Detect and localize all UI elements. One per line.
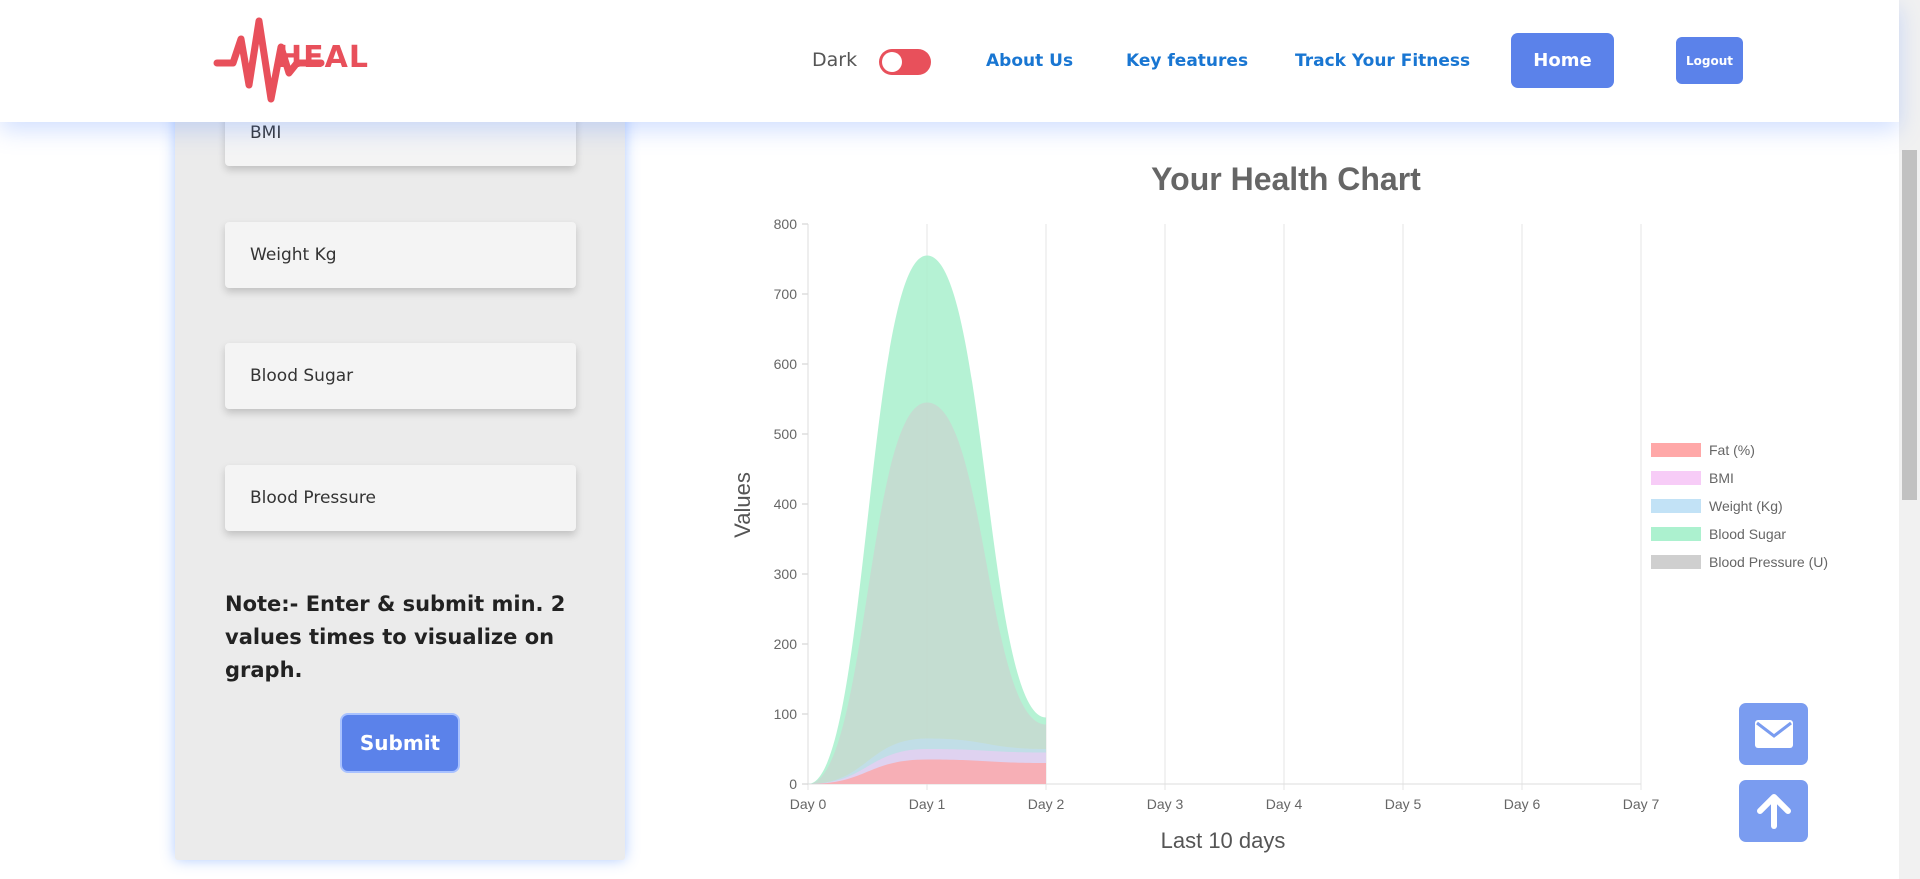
dark-mode-toggle[interactable] [879, 49, 931, 75]
y-tick-label: 200 [774, 636, 798, 652]
top-navbar: HEAL Dark About Us Key features Track Yo… [0, 0, 1899, 122]
legend-label[interactable]: Fat (%) [1709, 442, 1755, 458]
y-tick-label: 700 [774, 286, 798, 302]
legend-swatch[interactable] [1651, 471, 1701, 485]
legend-swatch[interactable] [1651, 555, 1701, 569]
logout-button[interactable]: Logout [1676, 37, 1743, 84]
chart-title: Your Health Chart [1151, 161, 1421, 197]
legend-swatch[interactable] [1651, 499, 1701, 513]
y-tick-label: 800 [774, 216, 798, 232]
y-tick-label: 600 [774, 356, 798, 372]
x-tick-label: Day 0 [790, 796, 827, 812]
brand-name[interactable]: HEAL [277, 40, 369, 75]
x-tick-label: Day 7 [1623, 796, 1660, 812]
mail-button[interactable] [1739, 703, 1808, 765]
note-text: Note:- Enter & submit min. 2 values time… [225, 592, 566, 682]
home-button[interactable]: Home [1511, 33, 1614, 88]
scroll-top-button[interactable] [1739, 780, 1808, 842]
y-tick-label: 400 [774, 496, 798, 512]
page: HEAL Dark About Us Key features Track Yo… [0, 0, 1920, 879]
y-axis-label: Values [730, 472, 755, 538]
arrow-up-icon [1756, 794, 1791, 829]
legend-swatch[interactable] [1651, 527, 1701, 541]
legend-label[interactable]: Blood Pressure (U) [1709, 554, 1828, 570]
submit-button[interactable]: Submit [340, 713, 460, 773]
nav-key-features[interactable]: Key features [1126, 51, 1248, 71]
x-tick-label: Day 5 [1385, 796, 1422, 812]
area-series-blood-pressure-u [808, 402, 1046, 784]
x-tick-label: Day 2 [1028, 796, 1065, 812]
dark-mode-label: Dark [812, 49, 858, 71]
y-tick-label: 0 [789, 776, 797, 792]
weight-input[interactable] [225, 222, 576, 288]
blood-sugar-input[interactable] [225, 343, 576, 409]
y-tick-label: 100 [774, 706, 798, 722]
x-axis-label: Last 10 days [1161, 828, 1286, 853]
toggle-knob [882, 52, 902, 72]
x-tick-label: Day 3 [1147, 796, 1184, 812]
legend-label[interactable]: BMI [1709, 470, 1734, 486]
legend-label[interactable]: Blood Sugar [1709, 526, 1786, 542]
page-scrollbar[interactable] [1899, 0, 1920, 879]
envelope-icon [1754, 720, 1793, 748]
legend-swatch[interactable] [1651, 443, 1701, 457]
health-chart: Day 0 Day 1 Day 2 Day 3 Day 4 Day 5 Day 6 Day 7… [715, 160, 1865, 860]
legend-label[interactable]: Weight (Kg) [1709, 498, 1783, 514]
nav-about-us[interactable]: About Us [986, 51, 1073, 71]
scrollbar-thumb[interactable] [1902, 150, 1917, 500]
y-tick-label: 500 [774, 426, 798, 442]
health-chart-svg: Day 0 Day 1 Day 2 Day 3 Day 4 Day 5 Day 6 Day 7… [730, 161, 1828, 853]
x-tick-label: Day 6 [1504, 796, 1541, 812]
blood-pressure-input[interactable] [225, 465, 576, 531]
y-tick-label: 300 [774, 566, 798, 582]
nav-track-fitness[interactable]: Track Your Fitness [1295, 51, 1470, 71]
x-tick-label: Day 4 [1266, 796, 1303, 812]
x-tick-label: Day 1 [909, 796, 946, 812]
